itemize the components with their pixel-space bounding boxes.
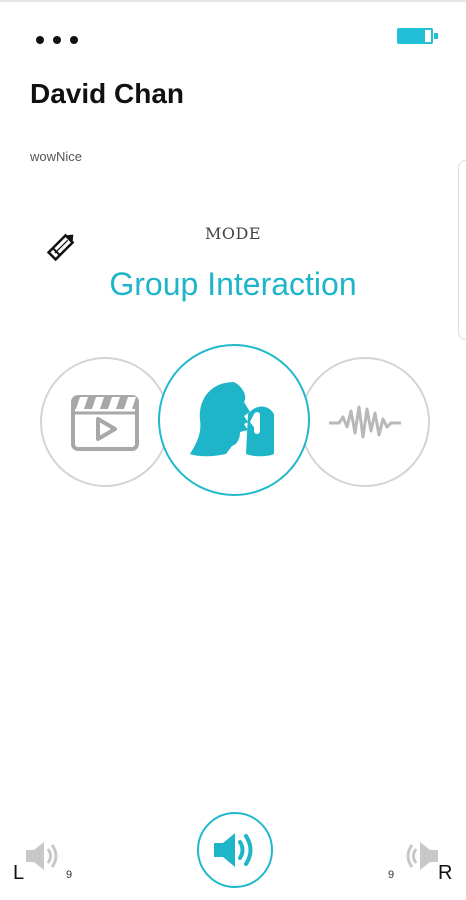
device-owner-name: David Chan <box>30 78 185 109</box>
device-model-label: wowNice <box>30 149 83 164</box>
mode-option-sound[interactable] <box>300 357 430 487</box>
right-channel-label: R <box>438 862 453 884</box>
left-channel-label: L <box>13 862 25 884</box>
side-drawer-handle[interactable] <box>458 160 466 340</box>
sound-wave-icon <box>329 405 401 439</box>
video-clapperboard-icon <box>71 395 139 451</box>
mode-name: Group Interaction <box>109 266 357 302</box>
volume-button[interactable] <box>197 812 273 888</box>
dot <box>36 36 44 44</box>
left-volume-value: 9 <box>66 869 73 881</box>
battery-icon <box>397 28 438 44</box>
mode-label: MODE <box>204 224 261 243</box>
speaker-left-icon[interactable] <box>24 838 64 874</box>
mode-option-video[interactable] <box>40 357 170 487</box>
listener-person-icon <box>190 382 274 457</box>
right-volume-value: 9 <box>388 869 395 881</box>
volume-icon <box>214 833 253 867</box>
top-divider <box>0 0 466 2</box>
speaker-right-icon[interactable] <box>400 838 440 874</box>
dot <box>70 36 78 44</box>
mode-option-group-interaction[interactable] <box>158 344 310 496</box>
more-options-icon[interactable] <box>36 36 86 48</box>
dot <box>53 36 61 44</box>
